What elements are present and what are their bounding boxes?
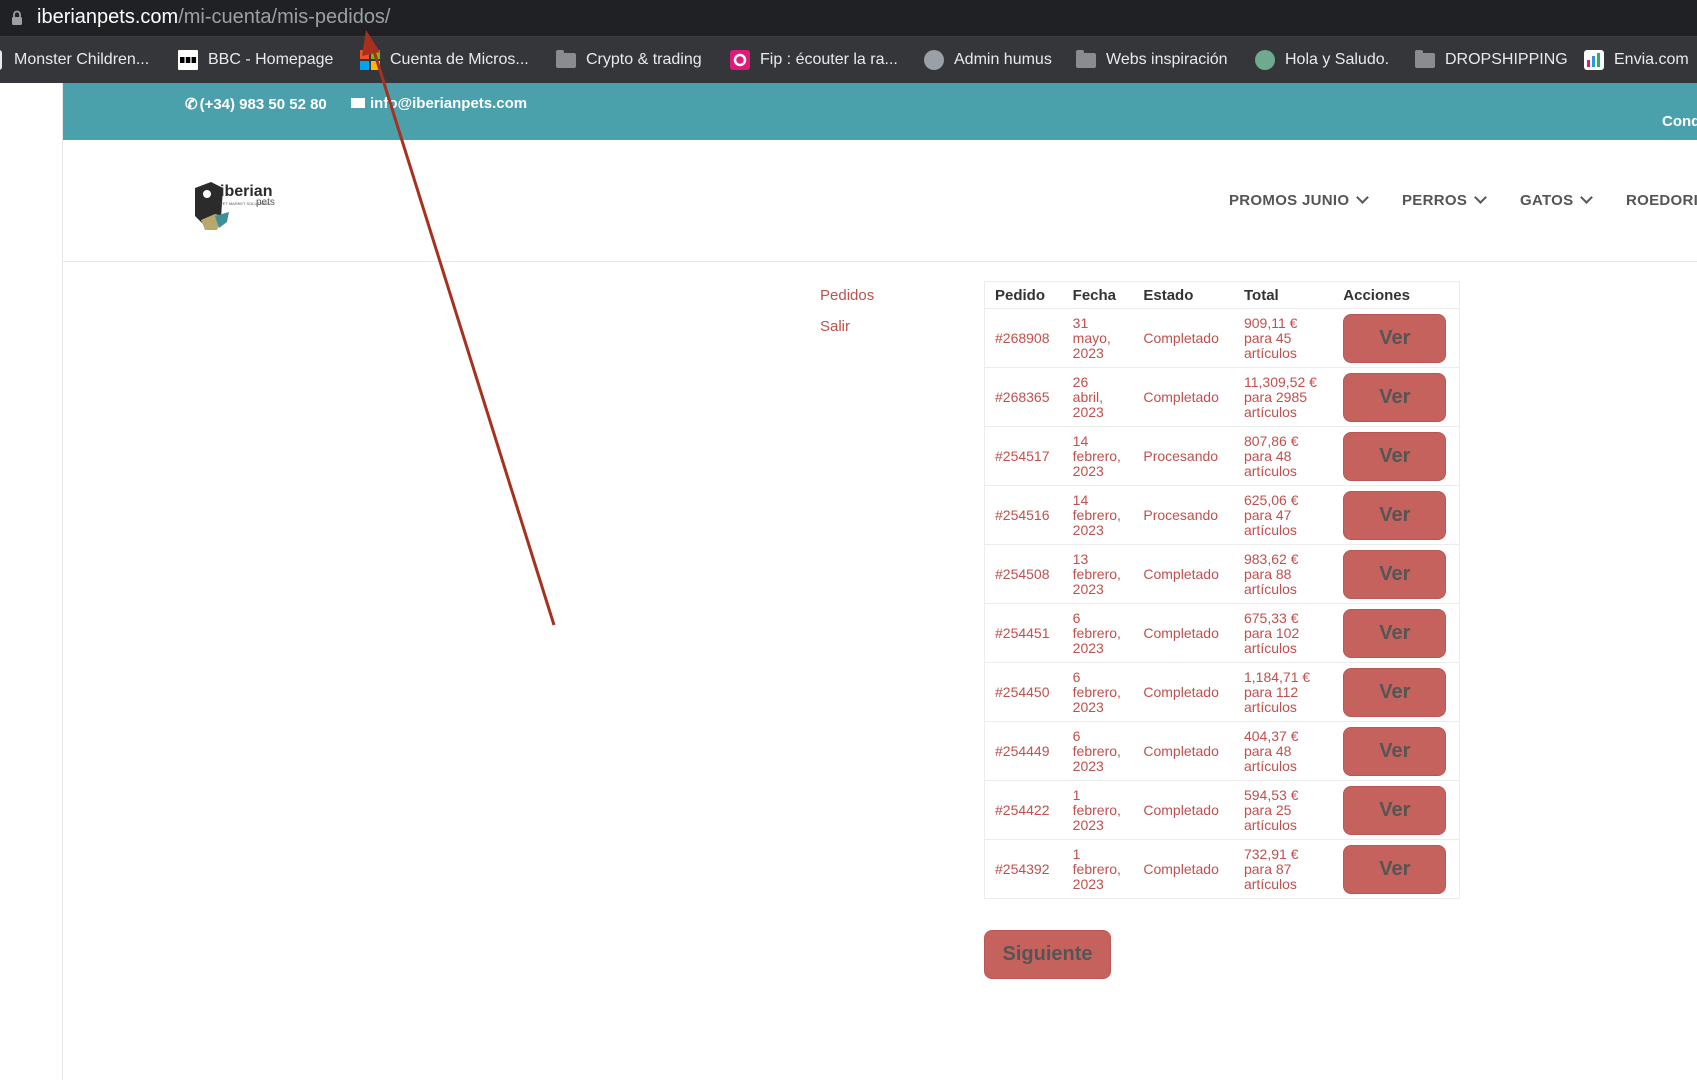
annotation-arrow <box>362 30 556 626</box>
annotation-arrowhead-icon <box>362 30 380 56</box>
annotation-arrow-line <box>371 47 556 626</box>
